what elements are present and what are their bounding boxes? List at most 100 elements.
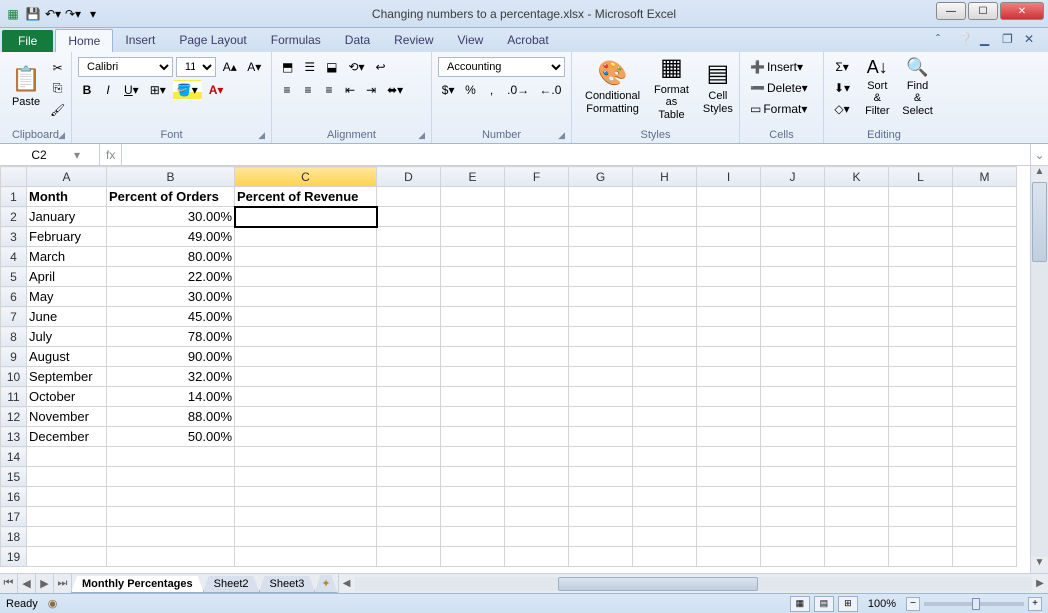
increase-indent-button[interactable]: ⇥: [362, 80, 380, 100]
cell-A18[interactable]: [27, 527, 107, 547]
cell-D5[interactable]: [377, 267, 441, 287]
cell-H1[interactable]: [633, 187, 697, 207]
cell-K19[interactable]: [825, 547, 889, 567]
cell-J15[interactable]: [761, 467, 825, 487]
row-header-5[interactable]: 5: [1, 267, 27, 287]
cell-H3[interactable]: [633, 227, 697, 247]
name-box[interactable]: ▾: [0, 144, 100, 165]
cell-J1[interactable]: [761, 187, 825, 207]
cell-E2[interactable]: [441, 207, 505, 227]
wrap-text-button[interactable]: ↩: [372, 57, 390, 77]
cell-G5[interactable]: [569, 267, 633, 287]
scroll-left-icon[interactable]: ◀: [339, 578, 355, 589]
number-format-select[interactable]: Accounting: [438, 57, 565, 77]
row-header-10[interactable]: 10: [1, 367, 27, 387]
cell-I1[interactable]: [697, 187, 761, 207]
cut-button[interactable]: ✂: [46, 58, 69, 77]
cell-C4[interactable]: [235, 247, 377, 267]
cell-F6[interactable]: [505, 287, 569, 307]
border-button[interactable]: ⊞▾: [146, 80, 170, 100]
cell-K14[interactable]: [825, 447, 889, 467]
cell-C7[interactable]: [235, 307, 377, 327]
cell-M2[interactable]: [953, 207, 1017, 227]
cell-H4[interactable]: [633, 247, 697, 267]
cell-F18[interactable]: [505, 527, 569, 547]
cell-E13[interactable]: [441, 427, 505, 447]
cell-J4[interactable]: [761, 247, 825, 267]
cell-J9[interactable]: [761, 347, 825, 367]
normal-view-button[interactable]: ▦: [790, 596, 810, 612]
cell-B16[interactable]: [107, 487, 235, 507]
cell-G2[interactable]: [569, 207, 633, 227]
cell-H7[interactable]: [633, 307, 697, 327]
insert-cells-button[interactable]: ➕ Insert ▾: [746, 57, 816, 77]
cell-K9[interactable]: [825, 347, 889, 367]
vertical-scrollbar[interactable]: ▲ ▼: [1030, 166, 1048, 573]
cell-J17[interactable]: [761, 507, 825, 527]
cell-I6[interactable]: [697, 287, 761, 307]
cell-C17[interactable]: [235, 507, 377, 527]
qat-customize-icon[interactable]: ▾: [84, 5, 102, 23]
cell-I18[interactable]: [697, 527, 761, 547]
cell-F13[interactable]: [505, 427, 569, 447]
cell-H6[interactable]: [633, 287, 697, 307]
cell-G15[interactable]: [569, 467, 633, 487]
cell-K11[interactable]: [825, 387, 889, 407]
cell-B4[interactable]: 80.00%: [107, 247, 235, 267]
cell-D12[interactable]: [377, 407, 441, 427]
clipboard-launcher-icon[interactable]: ◢: [58, 130, 65, 141]
cell-B19[interactable]: [107, 547, 235, 567]
cell-J6[interactable]: [761, 287, 825, 307]
cell-J18[interactable]: [761, 527, 825, 547]
cell-H5[interactable]: [633, 267, 697, 287]
cell-H13[interactable]: [633, 427, 697, 447]
cell-E1[interactable]: [441, 187, 505, 207]
cell-E12[interactable]: [441, 407, 505, 427]
cell-M8[interactable]: [953, 327, 1017, 347]
cell-C19[interactable]: [235, 547, 377, 567]
cell-B7[interactable]: 45.00%: [107, 307, 235, 327]
col-header-C[interactable]: C: [235, 167, 377, 187]
scroll-down-icon[interactable]: ▼: [1031, 557, 1048, 573]
file-tab[interactable]: File: [2, 30, 53, 52]
format-painter-button[interactable]: 🖌: [46, 101, 69, 120]
shrink-font-button[interactable]: A▾: [243, 57, 265, 77]
sheet-tab-monthly-percentages[interactable]: Monthly Percentages: [71, 576, 204, 593]
cell-E4[interactable]: [441, 247, 505, 267]
cell-C11[interactable]: [235, 387, 377, 407]
cell-J16[interactable]: [761, 487, 825, 507]
italic-button[interactable]: I: [99, 80, 117, 100]
cell-A11[interactable]: October: [27, 387, 107, 407]
cell-I5[interactable]: [697, 267, 761, 287]
col-header-A[interactable]: A: [27, 167, 107, 187]
merge-button[interactable]: ⬌▾: [383, 80, 407, 100]
new-sheet-button[interactable]: ✦: [314, 575, 337, 593]
macro-record-icon[interactable]: ◉: [48, 597, 58, 610]
cell-K1[interactable]: [825, 187, 889, 207]
close-button[interactable]: ✕: [1000, 2, 1044, 20]
cell-L16[interactable]: [889, 487, 953, 507]
cell-A12[interactable]: November: [27, 407, 107, 427]
cell-D11[interactable]: [377, 387, 441, 407]
cell-L8[interactable]: [889, 327, 953, 347]
horizontal-scrollbar[interactable]: ◀ ▶: [338, 574, 1048, 593]
tab-page-layout[interactable]: Page Layout: [167, 29, 258, 52]
cell-B10[interactable]: 32.00%: [107, 367, 235, 387]
cell-I10[interactable]: [697, 367, 761, 387]
font-color-button[interactable]: A▾: [205, 80, 228, 100]
currency-button[interactable]: $▾: [438, 80, 458, 100]
cell-M13[interactable]: [953, 427, 1017, 447]
format-as-table-button[interactable]: ▦Format as Table: [647, 54, 696, 120]
cell-F15[interactable]: [505, 467, 569, 487]
cell-E11[interactable]: [441, 387, 505, 407]
cell-M4[interactable]: [953, 247, 1017, 267]
cell-C3[interactable]: [235, 227, 377, 247]
cell-I9[interactable]: [697, 347, 761, 367]
cell-C8[interactable]: [235, 327, 377, 347]
cell-D2[interactable]: [377, 207, 441, 227]
cell-M11[interactable]: [953, 387, 1017, 407]
fill-button[interactable]: ⬇▾: [830, 78, 854, 98]
cell-J8[interactable]: [761, 327, 825, 347]
col-header-L[interactable]: L: [889, 167, 953, 187]
cell-F2[interactable]: [505, 207, 569, 227]
